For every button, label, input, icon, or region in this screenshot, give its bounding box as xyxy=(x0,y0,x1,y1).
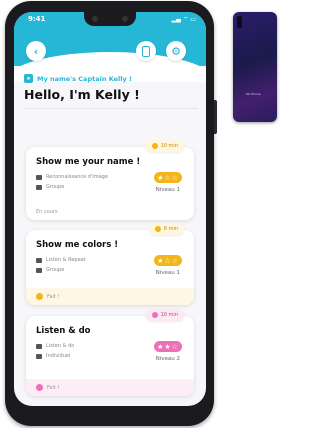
clock-icon xyxy=(151,312,158,318)
status-time: 9:41 xyxy=(28,15,46,23)
activity-card-3[interactable]: 10 min Listen & do Listen & do Individue… xyxy=(26,309,194,396)
app-screen: 9:41 ▂▄ ⌔ ▭ ‹ ⚙ ★ My name's Captain Kell… xyxy=(14,12,206,406)
meta-label: Groupe xyxy=(46,184,65,190)
meta-row-2: Individuel xyxy=(36,353,70,359)
difficulty-stars: ★☆☆ xyxy=(154,172,182,183)
check-icon xyxy=(36,293,43,300)
meta-label: Groupe xyxy=(46,267,65,273)
device-button[interactable] xyxy=(136,41,156,61)
phone-brand-label: Mo Phone xyxy=(246,92,261,96)
meta-row-2: Groupe xyxy=(36,267,64,273)
duration-badge: 8 min xyxy=(148,223,184,235)
activity-card-1[interactable]: 10 min Show me your name ! Reconnaissanc… xyxy=(26,140,194,220)
status-label: En cours xyxy=(36,209,58,215)
status-label: Fait ! xyxy=(47,384,60,391)
phone-icon xyxy=(142,45,150,57)
activity-card-2[interactable]: 8 min Show me colors ! Listen & Repeat G… xyxy=(26,223,194,305)
back-button[interactable]: ‹ xyxy=(26,41,46,61)
image-icon xyxy=(36,174,42,180)
meta-label: Listen & Repeat xyxy=(46,257,86,263)
sensor-icon xyxy=(122,16,128,22)
meta-row-2: Groupe xyxy=(36,184,64,190)
camera-notch xyxy=(84,12,136,26)
status-text: En cours xyxy=(36,209,58,215)
duration-badge: 10 min xyxy=(145,140,184,152)
divider xyxy=(24,108,198,109)
meta-label: Reconnaissance d'image xyxy=(46,174,108,180)
meta-row-1: Reconnaissance d'image xyxy=(36,174,108,180)
subtitle: My name's Captain Kelly ! xyxy=(37,74,132,83)
speaker-icon xyxy=(36,343,42,349)
group-icon xyxy=(36,267,42,273)
duration-label: 8 min xyxy=(163,226,178,232)
chevron-left-icon: ‹ xyxy=(33,44,39,58)
clock-icon xyxy=(151,143,158,149)
clock-icon xyxy=(154,226,161,232)
phone-side-button xyxy=(214,100,217,134)
meta-row-1: Listen & Repeat xyxy=(36,257,86,263)
card-title: Show me your name ! xyxy=(36,157,141,167)
rear-camera-icon xyxy=(237,16,242,28)
status-text: Fait ! xyxy=(36,293,59,300)
meta-label: Individuel xyxy=(46,353,71,359)
difficulty-stars: ★★☆ xyxy=(154,341,182,352)
intro: ★ My name's Captain Kelly ! Hello, I'm K… xyxy=(24,74,198,109)
level-label: Niveau 1 xyxy=(155,270,180,276)
card-title: Listen & do xyxy=(36,326,91,336)
front-camera-icon xyxy=(92,16,98,22)
check-icon xyxy=(36,384,43,391)
meta-label: Listen & do xyxy=(46,343,75,349)
status-label: Fait ! xyxy=(47,293,60,300)
difficulty-stars: ★☆☆ xyxy=(154,255,182,266)
status-text: Fait ! xyxy=(36,384,59,391)
status-icons: ▂▄ ⌔ ▭ xyxy=(171,16,196,23)
flag-icon: ★ xyxy=(24,74,33,83)
page-title: Hello, I'm Kelly ! xyxy=(24,87,140,102)
gear-icon: ⚙ xyxy=(171,44,181,58)
meta-row-1: Listen & do xyxy=(36,343,74,349)
duration-label: 10 min xyxy=(160,312,178,318)
level-label: Niveau 2 xyxy=(155,356,180,362)
duration-badge: 10 min xyxy=(145,309,184,321)
settings-button[interactable]: ⚙ xyxy=(166,41,186,61)
card-title: Show me colors ! xyxy=(36,240,119,250)
duration-label: 10 min xyxy=(160,143,178,149)
level-label: Niveau 1 xyxy=(155,187,180,193)
group-icon xyxy=(36,184,42,190)
second-phone-back: Mo Phone xyxy=(233,12,277,122)
subtitle-row: ★ My name's Captain Kelly ! xyxy=(24,74,198,83)
speaker-icon xyxy=(36,257,42,263)
person-icon xyxy=(36,353,42,359)
